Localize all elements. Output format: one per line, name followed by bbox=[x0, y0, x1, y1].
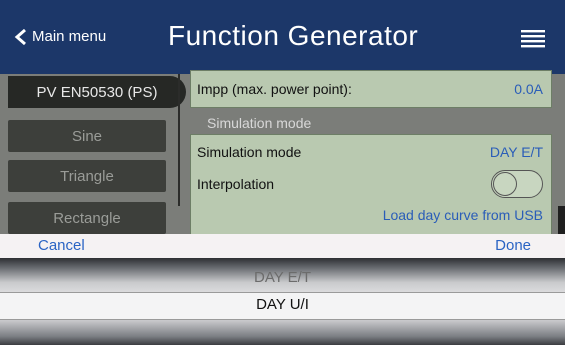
interpolation-toggle[interactable] bbox=[491, 170, 543, 198]
load-day-curve-link[interactable]: Load day curve from USB bbox=[383, 207, 543, 223]
load-row: Load day curve from USB bbox=[197, 207, 543, 223]
simulation-panel: Simulation mode DAY E/T Interpolation Lo… bbox=[190, 134, 552, 234]
cancel-button[interactable]: Cancel bbox=[38, 237, 85, 254]
chevron-left-icon bbox=[14, 28, 26, 45]
main-menu-button[interactable]: Main menu bbox=[14, 28, 106, 45]
sidebar-item-pv-en50530[interactable]: PV EN50530 (PS) bbox=[8, 76, 186, 108]
impp-value[interactable]: 0.0A bbox=[514, 81, 543, 97]
done-button[interactable]: Done bbox=[495, 237, 531, 254]
impp-row: Impp (max. power point): 0.0A bbox=[197, 81, 543, 97]
hamburger-menu-icon[interactable] bbox=[521, 30, 545, 48]
picker-option-day-ui[interactable]: DAY U/I bbox=[0, 292, 565, 320]
interpolation-label: Interpolation bbox=[197, 176, 275, 192]
page-title: Function Generator bbox=[168, 20, 419, 51]
impp-panel: Impp (max. power point): 0.0A bbox=[190, 70, 552, 108]
main-menu-label: Main menu bbox=[32, 28, 107, 45]
sidebar-divider bbox=[178, 74, 180, 206]
scrollbar[interactable] bbox=[558, 206, 565, 234]
simulation-mode-label: Simulation mode bbox=[197, 144, 302, 160]
interpolation-row: Interpolation bbox=[197, 170, 543, 198]
sidebar-item-sine[interactable]: Sine bbox=[8, 120, 166, 152]
simulation-mode-row[interactable]: Simulation mode DAY E/T bbox=[197, 144, 543, 160]
picker-toolbar bbox=[0, 234, 565, 258]
sidebar-item-triangle[interactable]: Triangle bbox=[8, 160, 166, 192]
impp-label: Impp (max. power point): bbox=[197, 81, 352, 97]
simulation-mode-value[interactable]: DAY E/T bbox=[490, 144, 543, 160]
top-bar: Main menu Function Generator bbox=[0, 0, 565, 74]
picker-option-day-et[interactable]: DAY E/T bbox=[0, 269, 565, 286]
simulation-section-label: Simulation mode bbox=[207, 115, 312, 131]
toggle-knob bbox=[493, 172, 517, 196]
sidebar-item-rectangle[interactable]: Rectangle bbox=[8, 202, 166, 234]
